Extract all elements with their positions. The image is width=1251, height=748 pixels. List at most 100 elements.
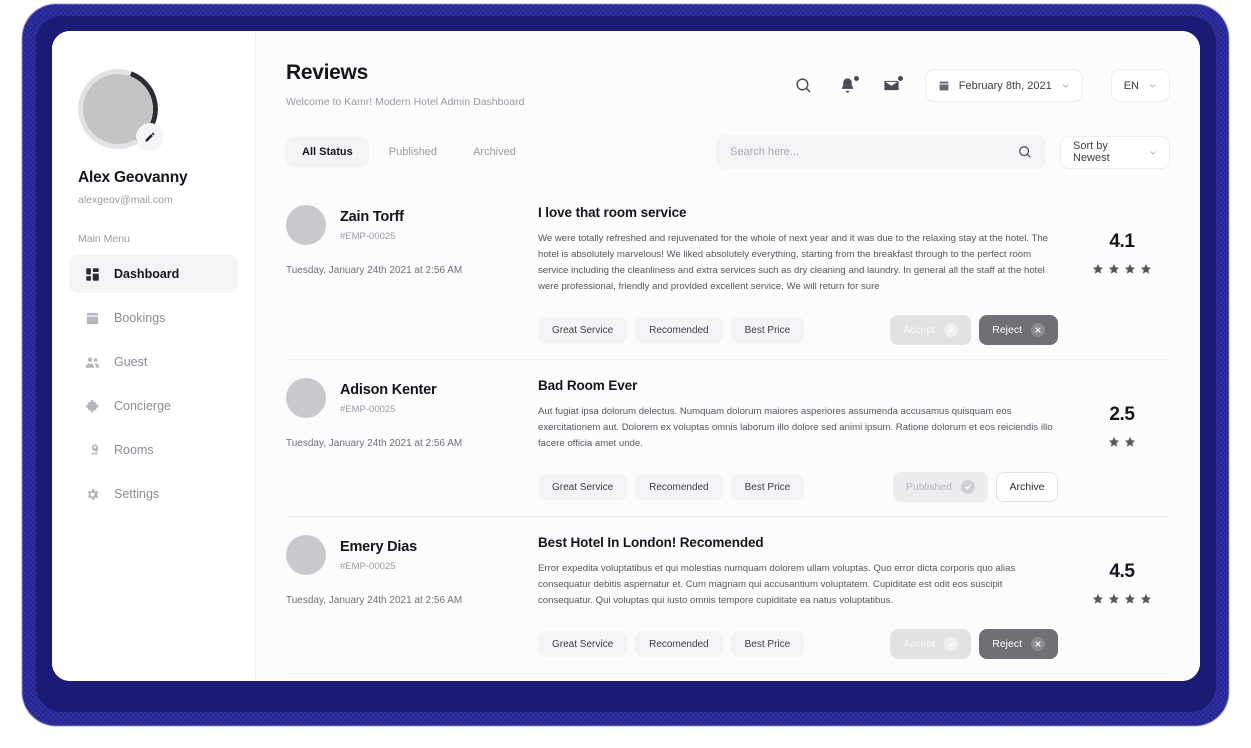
sidebar-item-guest[interactable]: Guest [69, 343, 238, 381]
archive-button[interactable]: Archive [996, 472, 1058, 502]
search-input[interactable] [730, 146, 1010, 158]
accept-button-label: Accept [903, 323, 936, 336]
review-footer: Great Service Recomended Best Price Acce… [538, 315, 1058, 345]
star-icon [1141, 594, 1151, 604]
review-body: Bad Room Ever Aut fugiat ipsa dolorum de… [538, 378, 1074, 502]
search-icon[interactable] [1018, 145, 1032, 159]
review-footer: Great Service Recomended Best Price Publ… [538, 472, 1058, 502]
tab-archived[interactable]: Archived [457, 137, 532, 167]
rating-stars [1108, 436, 1136, 448]
star-icon [1141, 264, 1151, 274]
reviews-list: Zain Torff #EMP-00025 Tuesday, January 2… [256, 187, 1200, 674]
accept-button[interactable]: Accept [890, 629, 972, 659]
rating-value: 2.5 [1109, 404, 1135, 425]
sidebar-menu: Dashboard Bookings Guest Concierge Rooms [52, 255, 255, 513]
accept-button[interactable]: Accept [890, 315, 972, 345]
chevron-down-icon [1149, 84, 1156, 88]
review-tag[interactable]: Recomended [635, 631, 723, 657]
reject-button-label: Reject [992, 323, 1022, 336]
review-user-id: #EMP-00025 [340, 403, 396, 415]
table-row: Zain Torff #EMP-00025 Tuesday, January 2… [286, 187, 1170, 360]
review-date: Tuesday, January 24th 2021 at 2:56 AM [286, 438, 463, 449]
avatar [286, 205, 326, 245]
puzzle-icon [85, 399, 99, 412]
pencil-icon [145, 132, 155, 142]
review-title: Bad Room Ever [538, 378, 638, 393]
sidebar-item-bookings[interactable]: Bookings [69, 299, 238, 337]
review-user-id: #EMP-00025 [340, 230, 396, 242]
review-user-id: #EMP-00025 [340, 560, 396, 572]
review-user: Emery Dias #EMP-00025 Tuesday, January 2… [286, 535, 538, 659]
star-icon [1109, 437, 1119, 447]
sidebar-item-label: Concierge [114, 399, 171, 413]
avatar-edit-button[interactable] [136, 123, 164, 151]
review-rating: 2.5 [1074, 378, 1170, 502]
sort-selector[interactable]: Sort by Newest [1060, 135, 1170, 169]
table-row: Adison Kenter #EMP-00025 Tuesday, Januar… [286, 360, 1170, 517]
sidebar-item-label: Bookings [114, 311, 166, 325]
search-icon [796, 78, 811, 93]
star-icon [1125, 437, 1135, 447]
main-content: Reviews Welcome to Kamr! Modern Hotel Ad… [256, 31, 1200, 681]
review-text: We were totally refreshed and rejuvenate… [538, 233, 1049, 292]
review-tag[interactable]: Recomended [635, 474, 723, 500]
rating-value: 4.1 [1109, 231, 1135, 252]
star-icon [1093, 594, 1103, 604]
people-icon [85, 357, 100, 368]
review-title: Best Hotel In London! Recomended [538, 535, 764, 550]
language-selector[interactable]: EN [1110, 69, 1170, 102]
review-tag[interactable]: Great Service [538, 474, 628, 500]
published-button-label: Published [905, 480, 952, 493]
x-circle-icon [1031, 323, 1045, 337]
chevron-down-icon [1062, 84, 1069, 88]
review-body: Best Hotel In London! Recomended Error e… [538, 535, 1074, 659]
reject-button[interactable]: Reject [979, 315, 1058, 345]
notifications-button[interactable] [837, 74, 860, 97]
review-tag[interactable]: Best Price [730, 317, 805, 343]
date-picker[interactable]: February 8th, 2021 [924, 69, 1083, 102]
topbar: Reviews Welcome to Kamr! Modern Hotel Ad… [256, 31, 1200, 108]
search-icon-button[interactable] [793, 75, 815, 97]
x-circle-icon [1031, 637, 1045, 651]
review-user-name: Emery Dias [340, 538, 417, 555]
avatar[interactable] [78, 69, 164, 151]
star-icon [1125, 594, 1135, 604]
screenshot-stage: Alex Geovanny alexgeov@mail.com Main Men… [0, 0, 1251, 748]
star-icon [1093, 264, 1103, 274]
tab-all-status[interactable]: All Status [286, 137, 369, 167]
filter-row: All Status Published Archived Sort by Ne… [256, 135, 1200, 169]
check-circle-icon [944, 323, 959, 337]
gear-icon [87, 488, 99, 500]
review-tag[interactable]: Recomended [635, 317, 723, 343]
check-circle-icon [961, 480, 975, 494]
rating-value: 4.5 [1109, 561, 1135, 582]
top-actions: February 8th, 2021 EN [793, 61, 1170, 102]
sidebar: Alex Geovanny alexgeov@mail.com Main Men… [52, 31, 256, 681]
review-user-head: Zain Torff #EMP-00025 [286, 205, 538, 245]
key-icon [91, 443, 99, 455]
rating-stars [1092, 263, 1152, 275]
tab-published[interactable]: Published [373, 137, 453, 167]
messages-button[interactable] [881, 74, 904, 97]
published-button[interactable]: Published [892, 472, 988, 502]
review-tag[interactable]: Great Service [538, 317, 628, 343]
sidebar-item-dashboard[interactable]: Dashboard [69, 255, 238, 293]
review-tag[interactable]: Best Price [730, 474, 805, 500]
sidebar-item-rooms[interactable]: Rooms [69, 431, 238, 469]
date-picker-value: February 8th, 2021 [958, 79, 1052, 92]
review-actions: Published Archive [892, 472, 1058, 502]
sidebar-item-label: Dashboard [114, 267, 180, 281]
sidebar-item-label: Settings [114, 487, 160, 501]
review-tag[interactable]: Best Price [730, 631, 805, 657]
star-icon [1125, 264, 1135, 274]
review-tag[interactable]: Great Service [538, 631, 628, 657]
language-value: EN [1123, 79, 1139, 92]
message-badge [896, 74, 904, 82]
search-box[interactable] [716, 135, 1046, 169]
avatar [286, 535, 326, 575]
reject-button[interactable]: Reject [979, 629, 1058, 659]
sidebar-item-settings[interactable]: Settings [69, 475, 238, 513]
sidebar-item-concierge[interactable]: Concierge [69, 387, 238, 425]
star-icon [1109, 264, 1119, 274]
calendar-icon [86, 312, 99, 324]
